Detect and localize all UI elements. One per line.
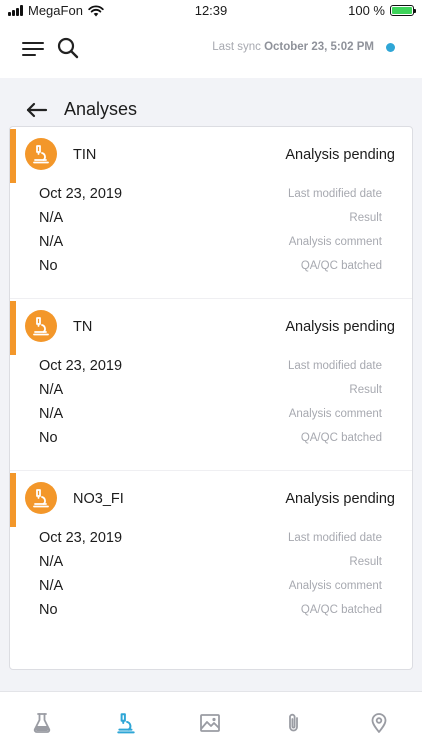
top-bar: Last sync October 23, 5:02 PM [0, 22, 422, 78]
field-last-modified: Oct 23, 2019 Last modified date [10, 527, 412, 551]
microscope-icon [25, 482, 57, 514]
analysis-item-tin[interactable]: TIN Analysis pending Oct 23, 2019 Last m… [10, 127, 412, 299]
analysis-name: TN [73, 319, 93, 335]
paperclip-icon [289, 713, 298, 732]
sync-status-indicator [386, 43, 395, 52]
microscope-icon [25, 310, 57, 342]
analysis-status: Analysis pending [285, 319, 395, 335]
menu-button[interactable] [22, 40, 44, 58]
field-label: Analysis comment [288, 236, 382, 248]
field-label: Last modified date [288, 360, 382, 372]
field-qaqc-batched: No QA/QC batched [10, 427, 412, 451]
accent-bar [10, 129, 16, 183]
field-value: Oct 23, 2019 [39, 530, 123, 546]
field-label: Last modified date [288, 188, 382, 200]
analysis-name: NO3_FI [73, 491, 124, 507]
field-label: Result [349, 384, 382, 396]
field-result: N/A Result [10, 551, 412, 575]
status-right: 100 % [348, 3, 416, 18]
battery-fill [392, 7, 412, 14]
back-arrow-icon[interactable] [26, 100, 48, 120]
analysis-status: Analysis pending [285, 147, 395, 163]
nav-flask-button[interactable] [29, 710, 55, 736]
field-analysis-comment: N/A Analysis comment [10, 403, 412, 427]
nav-attachment-button[interactable] [281, 710, 307, 736]
field-value: N/A [39, 554, 64, 570]
field-label: Last modified date [288, 532, 382, 544]
last-sync-text: Last sync October 23, 5:02 PM [212, 41, 374, 53]
analysis-name: TIN [73, 147, 97, 163]
field-analysis-comment: N/A Analysis comment [10, 575, 412, 599]
field-label: Analysis comment [288, 580, 382, 592]
field-value: No [39, 602, 58, 618]
flask-icon [33, 713, 51, 733]
nav-location-button[interactable] [366, 710, 392, 736]
analysis-item-no3-fi[interactable]: NO3_FI Analysis pending Oct 23, 2019 Las… [10, 470, 412, 642]
microscope-icon [117, 713, 135, 734]
field-last-modified: Oct 23, 2019 Last modified date [10, 355, 412, 379]
microscope-icon [25, 138, 57, 170]
field-value: No [39, 258, 58, 274]
location-pin-icon [371, 713, 387, 733]
field-value: N/A [39, 578, 64, 594]
field-value: N/A [39, 406, 64, 422]
nav-microscope-button[interactable] [113, 710, 139, 736]
field-value: Oct 23, 2019 [39, 186, 123, 202]
field-label: Result [349, 212, 382, 224]
field-last-modified: Oct 23, 2019 Last modified date [10, 183, 412, 207]
field-value: N/A [39, 234, 64, 250]
field-qaqc-batched: No QA/QC batched [10, 255, 412, 279]
status-bar: MegaFon 12:39 100 % [0, 0, 422, 22]
accent-bar [10, 301, 16, 355]
battery-percent: 100 % [348, 3, 385, 18]
battery-icon [390, 5, 416, 16]
last-sync-label: Last sync [212, 41, 261, 53]
image-icon [200, 714, 220, 732]
field-analysis-comment: N/A Analysis comment [10, 231, 412, 255]
field-label: Result [349, 556, 382, 568]
field-value: No [39, 430, 58, 446]
analysis-status: Analysis pending [285, 491, 395, 507]
field-result: N/A Result [10, 379, 412, 403]
field-value: Oct 23, 2019 [39, 358, 123, 374]
analyses-list: TIN Analysis pending Oct 23, 2019 Last m… [9, 126, 413, 670]
last-sync-time: October 23, 5:02 PM [264, 41, 374, 53]
field-value: N/A [39, 210, 64, 226]
field-label: QA/QC batched [300, 260, 382, 272]
field-label: Analysis comment [288, 408, 382, 420]
page-title: Analyses [64, 99, 138, 119]
field-qaqc-batched: No QA/QC batched [10, 599, 412, 623]
title-row: Analyses [0, 90, 422, 130]
bottom-nav [0, 691, 422, 750]
field-result: N/A Result [10, 207, 412, 231]
search-icon[interactable] [56, 36, 80, 60]
accent-bar [10, 473, 16, 527]
field-label: QA/QC batched [300, 432, 382, 444]
analysis-item-tn[interactable]: TN Analysis pending Oct 23, 2019 Last mo… [10, 298, 412, 470]
field-value: N/A [39, 382, 64, 398]
field-label: QA/QC batched [300, 604, 382, 616]
nav-image-button[interactable] [197, 710, 223, 736]
